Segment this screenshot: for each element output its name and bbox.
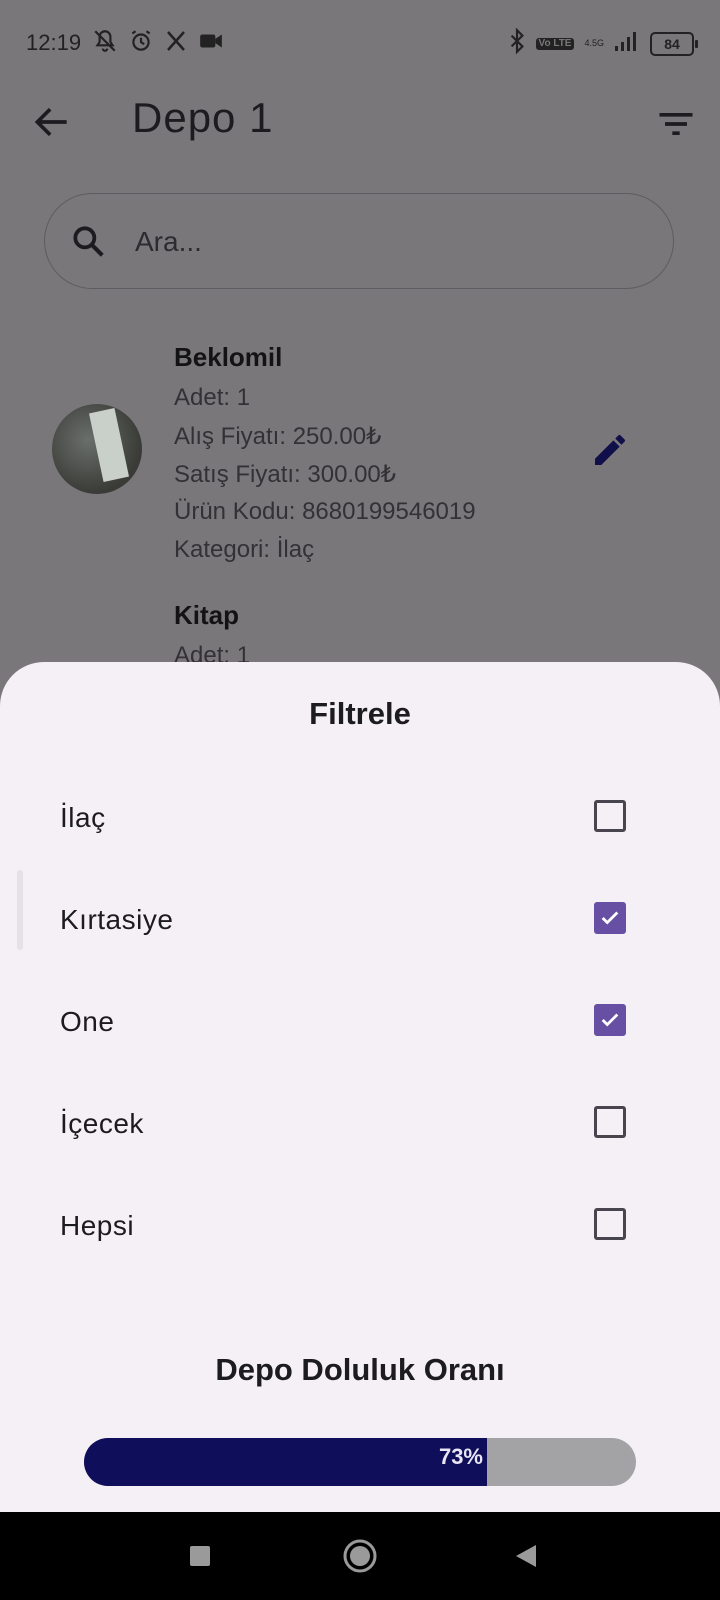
edit-product-button[interactable] <box>590 430 630 470</box>
filter-option-label: İçecek <box>60 1108 144 1139</box>
volte-badge: Vo LTE <box>535 37 575 50</box>
filter-option-label: Kırtasiye <box>60 904 174 935</box>
product-code: Ürün Kodu: 8680199546019 <box>174 498 476 525</box>
filter-option-hepsi[interactable]: Hepsi <box>0 1178 720 1278</box>
search-bar[interactable] <box>44 193 674 289</box>
product-quantity: Adet: 1 <box>174 384 251 411</box>
check-icon <box>601 1013 619 1027</box>
system-icons: Vo LTE 4.5G 84 <box>508 27 698 59</box>
sheet-title: Filtrele <box>309 696 411 731</box>
filter-option-kirtasiye[interactable]: Kırtasiye <box>0 872 720 972</box>
status-bar: 12:19 Vo LTE 4.5G 84 <box>0 0 720 88</box>
circle-home-icon <box>343 1539 377 1573</box>
filter-list-icon <box>659 113 693 135</box>
battery-indicator: 84 <box>650 31 698 56</box>
search-input[interactable] <box>133 220 617 264</box>
filter-button[interactable] <box>654 102 698 146</box>
notification-icons <box>92 28 224 59</box>
fill-rate-progress-bar: 73% <box>84 1438 636 1486</box>
triangle-back-icon <box>516 1545 536 1567</box>
checkbox[interactable] <box>594 800 626 832</box>
network-type: 4.5G <box>584 38 604 48</box>
app-bar: Depo 1 <box>0 88 720 188</box>
filter-option-one[interactable]: One <box>0 974 720 1074</box>
checkbox[interactable] <box>594 1208 626 1240</box>
checkbox[interactable] <box>594 1004 626 1036</box>
signal-icon <box>614 30 640 57</box>
back-button[interactable] <box>30 100 74 144</box>
fill-rate-title: Depo Doluluk Oranı <box>215 1352 505 1387</box>
x-app-icon <box>164 29 188 58</box>
home-button[interactable] <box>338 1534 382 1578</box>
product-sell-price: Satış Fiyatı: 300.00₺ <box>174 461 397 488</box>
product-name: Beklomil <box>174 342 283 372</box>
arrow-left-icon <box>34 107 67 137</box>
system-navigation-bar <box>0 1512 720 1600</box>
bluetooth-icon <box>508 27 526 59</box>
video-icon <box>198 28 224 59</box>
filter-bottom-sheet: Filtrele İlaç Kırtasiye One İçecek Hepsi… <box>0 662 720 1512</box>
product-image <box>52 404 142 494</box>
edit-pencil-icon <box>595 434 625 465</box>
product-buy-price: Alış Fiyatı: 250.00₺ <box>174 423 382 450</box>
page-title: Depo 1 <box>132 94 274 141</box>
progress-percent-label: 73% <box>438 1444 483 1469</box>
mute-bell-icon <box>92 28 118 59</box>
progress-fill <box>84 1438 487 1486</box>
filter-option-ilac[interactable]: İlaç <box>0 770 720 870</box>
check-icon <box>601 911 619 925</box>
filter-option-label: Hepsi <box>60 1210 135 1241</box>
recents-button[interactable] <box>178 1534 222 1578</box>
status-time: 12:19 <box>26 30 82 55</box>
square-icon <box>190 1546 210 1566</box>
product-category: Kategori: İlaç <box>174 536 315 563</box>
filter-option-icecek[interactable]: İçecek <box>0 1076 720 1176</box>
search-icon <box>73 226 104 257</box>
product-name: Kitap <box>174 600 239 630</box>
checkbox[interactable] <box>594 1106 626 1138</box>
back-nav-button[interactable] <box>504 1534 548 1578</box>
filter-option-label: İlaç <box>60 802 106 833</box>
checkbox[interactable] <box>594 902 626 934</box>
alarm-icon <box>128 28 154 59</box>
filter-option-label: One <box>60 1006 115 1037</box>
